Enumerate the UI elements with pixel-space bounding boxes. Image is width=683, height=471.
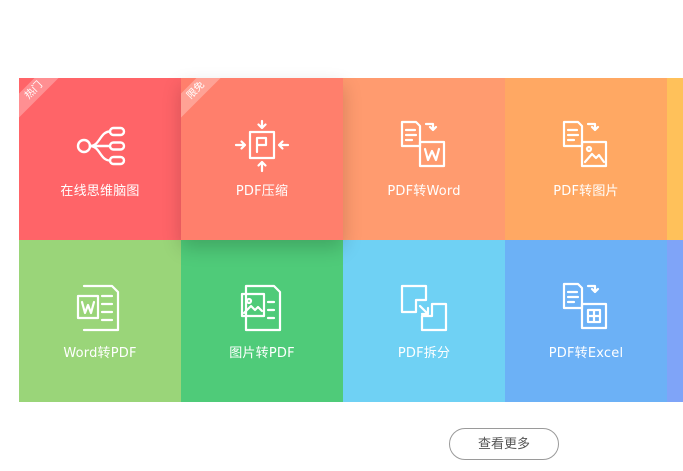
image-to-pdf-icon [234,280,290,336]
tile-label: PDF拆分 [397,346,451,361]
badge-limited-free: 限免 [181,78,227,122]
tile-image-to-pdf[interactable]: 图片转PDF [181,240,343,402]
tile-partial-next[interactable] [667,240,683,402]
tile-label: 在线思维脑图 [60,184,140,199]
tile-pdf-split[interactable]: PDF拆分 [343,240,505,402]
tile-label: 图片转PDF [229,346,295,361]
pdf-to-excel-icon [558,280,614,336]
tile-pdf-to-image[interactable]: PDF转图片 [505,78,667,240]
pdf-to-image-icon [558,118,614,174]
tile-pdf-to-excel[interactable]: PDF转Excel [505,240,667,402]
tile-label: PDF转图片 [553,184,619,199]
word-to-pdf-icon [72,280,128,336]
tile-label: PDF转Word [387,184,461,199]
pdf-to-word-icon [396,118,452,174]
tile-word-to-pdf[interactable]: Word转PDF [19,240,181,402]
tile-partial-next[interactable] [667,78,683,240]
tile-pdf-compress[interactable]: 限免 PDF压缩 [181,78,343,240]
tile-pdf-to-word[interactable]: PDF转Word [343,78,505,240]
tools-grid: 热门 在线思维脑图 限免 PDF压缩 PDF转Word PDF转图片 Word转… [19,78,683,402]
tile-label: PDF压缩 [235,184,289,199]
view-more-button[interactable]: 查看更多 [449,428,559,460]
tile-label: PDF转Excel [548,346,624,361]
badge-hot: 热门 [19,78,65,122]
compress-icon [234,118,290,174]
tile-mind-map[interactable]: 热门 在线思维脑图 [19,78,181,240]
mind-map-icon [72,118,128,174]
tile-label: Word转PDF [63,346,137,361]
split-icon [396,280,452,336]
